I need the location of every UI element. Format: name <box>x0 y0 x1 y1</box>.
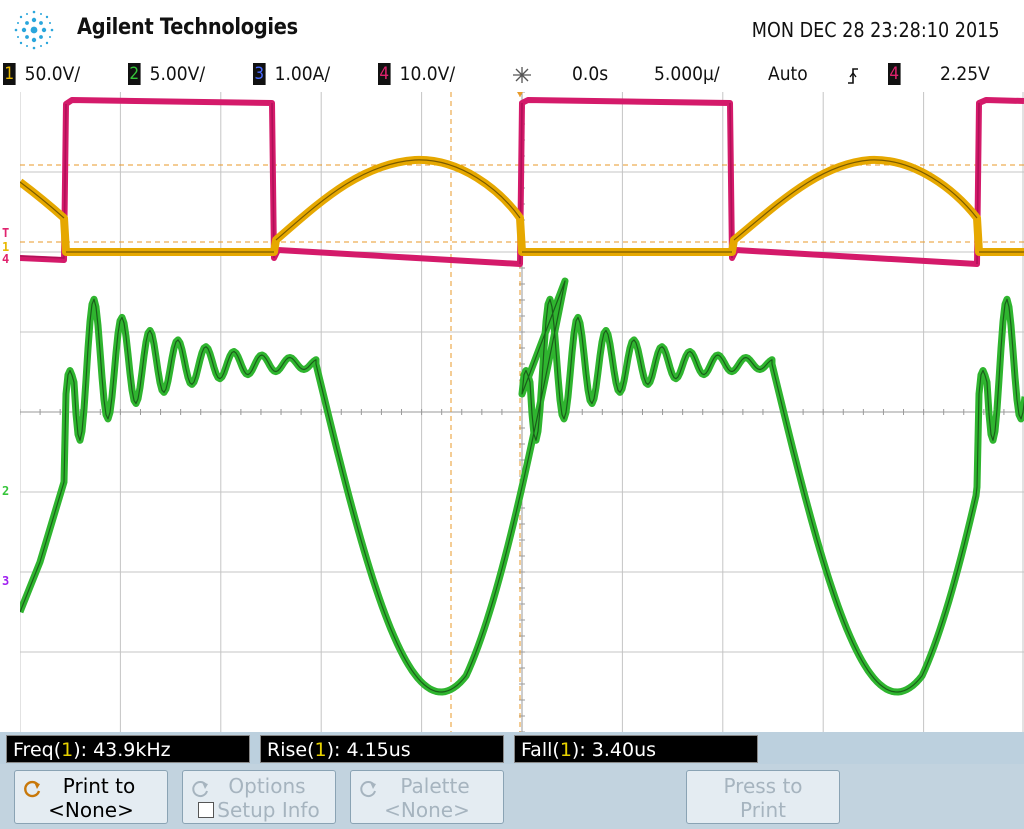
timebase-scale[interactable]: 5.000µ/ <box>654 63 720 85</box>
channel-3-badge: 3 <box>253 63 266 85</box>
softkey-bar: Print to <None> Options Setup Info Palet… <box>0 764 1024 829</box>
palette-softkey[interactable]: Palette <None> <box>350 770 504 824</box>
channel-3-ground-marker[interactable]: 3 <box>2 574 9 588</box>
horizontal-delay[interactable]: 0.0s <box>572 63 608 85</box>
acquire-icon <box>513 67 531 83</box>
channel-status-bar: 1 50.0V/ 2 5.00V/ 3 1.00A/ 4 10.0V/ 0.0s 5.0… <box>0 60 1024 90</box>
waveform-display[interactable] <box>20 92 1024 732</box>
measurement-frequency[interactable]: Freq(1): 43.9kHz <box>6 735 250 763</box>
measurement-rise-time[interactable]: Rise(1): 4.15us <box>260 735 504 763</box>
channel-1-badge: 1 <box>3 63 16 85</box>
setup-info-checkbox[interactable] <box>198 802 215 818</box>
channel-2-ground-marker[interactable]: 2 <box>2 484 9 498</box>
header-bar: Agilent Technologies MON DEC 28 23:28:10… <box>0 0 1024 60</box>
trigger-mode[interactable]: Auto <box>768 63 808 85</box>
channel-4-scale[interactable]: 4 10.0V/ <box>378 63 455 85</box>
measurement-bar: Freq(1): 43.9kHz Rise(1): 4.15us Fall(1)… <box>0 732 1024 764</box>
brand-name: Agilent Technologies <box>77 15 298 40</box>
channel-3-scale[interactable]: 3 1.00A/ <box>253 63 330 85</box>
date-time: MON DEC 28 23:28:10 2015 <box>752 18 1000 42</box>
trigger-edge-icon <box>848 68 858 84</box>
channel-4-badge: 4 <box>378 63 391 85</box>
print-to-softkey[interactable]: Print to <None> <box>14 770 168 824</box>
measurement-fall-time[interactable]: Fall(1): 3.40us <box>514 735 758 763</box>
channel-4-ground-marker[interactable]: 4 <box>2 252 9 266</box>
channel-2-scale[interactable]: 2 5.00V/ <box>128 63 205 85</box>
agilent-spark-logo-icon <box>14 10 54 50</box>
options-softkey[interactable]: Options Setup Info <box>182 770 336 824</box>
press-to-print-softkey[interactable]: Press to Print <box>686 770 840 824</box>
channel-2-badge: 2 <box>128 63 141 85</box>
trigger-source[interactable]: 4 <box>888 63 901 85</box>
channel-ground-markers: T 1 4 2 3 <box>0 92 20 732</box>
trigger-level[interactable]: 2.25V <box>940 63 990 85</box>
trigger-level-marker[interactable]: T <box>2 226 9 240</box>
channel-1-scale[interactable]: 1 50.0V/ <box>3 63 80 85</box>
